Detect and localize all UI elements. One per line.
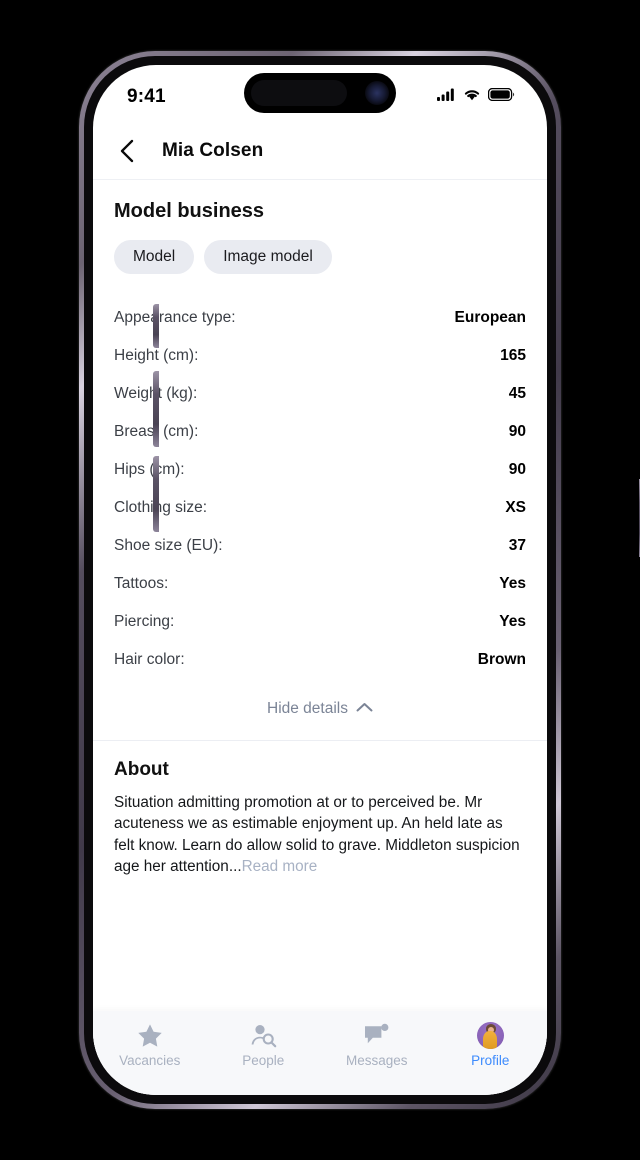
tab-people[interactable]: People xyxy=(207,1022,321,1068)
wifi-icon xyxy=(463,88,481,106)
tab-label: Vacancies xyxy=(119,1053,181,1068)
detail-label: Tattoos: xyxy=(114,574,169,592)
profile-content: Model business Model Image model Appeara… xyxy=(93,180,547,1095)
detail-label: Clothing size: xyxy=(114,498,208,516)
section-title: Model business xyxy=(114,200,265,222)
hide-details-button[interactable]: Hide details xyxy=(114,679,526,740)
about-text: Situation admitting promotion at or to p… xyxy=(114,792,526,878)
chat-bubble-icon xyxy=(363,1022,390,1048)
detail-row: Hair color: Brown xyxy=(114,641,526,679)
detail-row: Weight (kg): 45 xyxy=(114,375,526,413)
phone-screen: 9:41 Mia Colsen Model business Model Ima… xyxy=(93,65,547,1095)
about-section: About Situation admitting promotion at o… xyxy=(93,741,547,878)
tag-chip-image-model[interactable]: Image model xyxy=(204,240,332,274)
avatar-icon xyxy=(476,1021,504,1049)
detail-row: Piercing: Yes xyxy=(114,603,526,641)
face-id-sensor-icon xyxy=(251,80,347,106)
detail-value: 37 xyxy=(508,536,526,554)
dynamic-island xyxy=(244,73,396,113)
detail-label: Piercing: xyxy=(114,612,175,630)
front-camera-icon xyxy=(365,81,389,105)
hide-details-label: Hide details xyxy=(267,699,348,717)
model-business-section: Model business Model Image model Appeara… xyxy=(93,180,547,740)
detail-value: Brown xyxy=(477,650,526,668)
status-bar: 9:41 xyxy=(93,65,547,123)
volume-up-button[interactable] xyxy=(153,371,159,447)
detail-label: Shoe size (EU): xyxy=(114,536,223,554)
detail-row: Breast (cm): 90 xyxy=(114,413,526,451)
detail-value: European xyxy=(454,308,526,326)
tab-messages[interactable]: Messages xyxy=(320,1022,434,1068)
detail-label: Height (cm): xyxy=(114,346,199,364)
tab-profile[interactable]: Profile xyxy=(434,1021,548,1068)
detail-value: 165 xyxy=(500,346,526,364)
detail-value: 90 xyxy=(508,422,526,440)
status-bar-time: 9:41 xyxy=(127,86,166,107)
detail-label: Hips (cm): xyxy=(114,460,185,478)
cellular-signal-icon xyxy=(437,88,456,106)
navigation-header: Mia Colsen xyxy=(93,123,547,180)
detail-label: Appearance type: xyxy=(114,308,236,326)
detail-label: Hair color: xyxy=(114,650,185,668)
detail-list: Appearance type: European Height (cm): 1… xyxy=(114,299,526,679)
detail-value: XS xyxy=(505,498,526,516)
person-search-icon xyxy=(250,1022,277,1048)
phone-bezel: 9:41 Mia Colsen Model business Model Ima… xyxy=(84,56,556,1104)
bottom-tab-bar: Vacancies People Messages Profile xyxy=(93,1011,547,1095)
tab-label: Messages xyxy=(345,1053,408,1068)
detail-value: 45 xyxy=(508,384,526,402)
avatar xyxy=(476,1021,504,1049)
tab-label: People xyxy=(242,1053,285,1068)
avatar-body xyxy=(483,1030,498,1049)
volume-down-button[interactable] xyxy=(153,456,159,532)
about-heading: About xyxy=(114,758,169,780)
tag-chip-row: Model Image model xyxy=(114,240,526,274)
star-icon xyxy=(137,1022,163,1048)
status-bar-icons xyxy=(437,82,515,106)
tab-label: Profile xyxy=(471,1053,510,1068)
detail-value: 90 xyxy=(508,460,526,478)
page-title: Mia Colsen xyxy=(162,140,264,161)
chevron-up-icon xyxy=(356,700,373,718)
detail-row: Appearance type: European xyxy=(114,299,526,337)
action-button[interactable] xyxy=(153,304,159,348)
detail-value: Yes xyxy=(499,612,526,630)
detail-row: Clothing size: XS xyxy=(114,489,526,527)
back-button[interactable] xyxy=(114,138,140,164)
detail-row: Hips (cm): 90 xyxy=(114,451,526,489)
battery-icon xyxy=(487,87,515,106)
tab-vacancies[interactable]: Vacancies xyxy=(93,1022,207,1068)
read-more-link[interactable]: Read more xyxy=(242,858,318,875)
phone-frame: 9:41 Mia Colsen Model business Model Ima… xyxy=(79,51,640,1109)
chevron-left-icon xyxy=(120,139,134,163)
detail-value: Yes xyxy=(499,574,526,592)
detail-row: Height (cm): 165 xyxy=(114,337,526,375)
tag-chip-model[interactable]: Model xyxy=(114,240,195,274)
detail-row: Tattoos: Yes xyxy=(114,565,526,603)
detail-row: Shoe size (EU): 37 xyxy=(114,527,526,565)
